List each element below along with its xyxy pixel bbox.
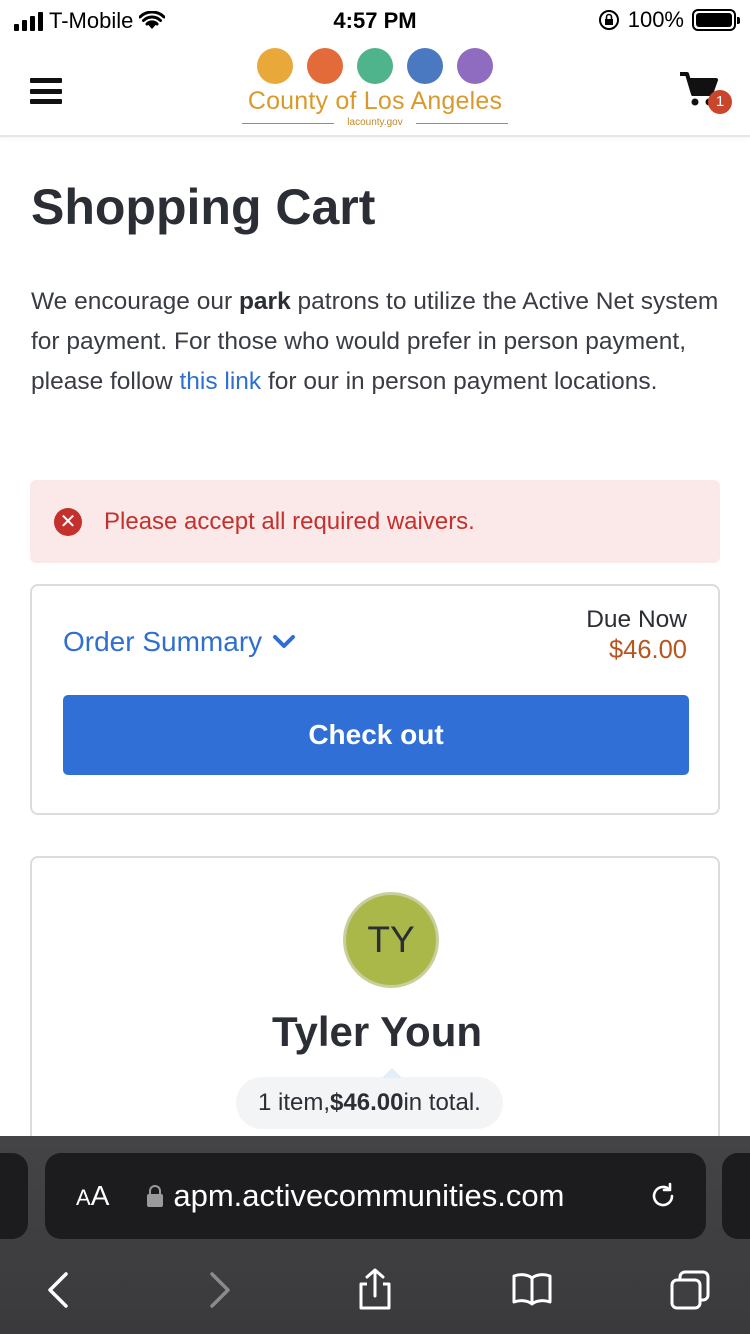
error-x-icon: ✕ (54, 507, 82, 536)
tabs-icon[interactable] (668, 1268, 712, 1312)
reader-text-size-button[interactable]: AA (76, 1180, 109, 1212)
due-now-block: Due Now $46.00 (586, 606, 687, 665)
status-bar: T-Mobile 4:57 PM 100% (0, 0, 750, 40)
address-bar[interactable]: AA apm.activecommunities.com (45, 1153, 706, 1239)
logo-circle-city (357, 48, 393, 84)
customer-name: Tyler Youn (271, 1008, 483, 1055)
logo-name: County of Los Angeles (247, 87, 503, 115)
county-logo[interactable]: County of Los Angeles lacounty.gov (238, 48, 512, 134)
hamburger-menu-button[interactable] (30, 78, 62, 104)
total-amount: $46.00 (330, 1089, 404, 1116)
order-summary-card: Order Summary Due Now $46.00 Check out (30, 584, 720, 815)
site-header: County of Los Angeles lacounty.gov 1 (0, 40, 750, 137)
order-summary-label: Order Summary (63, 626, 263, 657)
bookmarks-icon[interactable] (510, 1268, 554, 1312)
customer-card: TY Tyler Youn 1 item, $46.00 in total. (30, 856, 720, 1176)
cart-count-badge: 1 (708, 90, 732, 114)
forward-icon[interactable] (198, 1268, 242, 1312)
cart-button[interactable]: 1 (678, 70, 732, 114)
order-summary-toggle[interactable]: Order Summary (63, 626, 296, 658)
back-icon[interactable] (36, 1268, 80, 1312)
avatar: TY (343, 892, 439, 988)
logo-circle-plane (307, 48, 343, 84)
intro-paragraph: We encourage our park patrons to utilize… (31, 282, 721, 402)
due-now-amount: $46.00 (609, 636, 687, 664)
intro-text-3: for our in person payment locations. (261, 368, 658, 395)
logo-circle-tree (257, 48, 293, 84)
waiver-error-alert: ✕ Please accept all required waivers. (30, 480, 720, 563)
lock-icon (147, 1185, 164, 1207)
aa-large: A (90, 1180, 110, 1211)
orientation-lock-icon (598, 10, 619, 30)
aa-small: A (76, 1185, 91, 1210)
next-tab-peek[interactable] (722, 1153, 750, 1239)
battery-percent: 100% (627, 7, 684, 32)
safari-bottom-bar: AA apm.activecommunities.com (0, 1136, 750, 1334)
alert-message: Please accept all required waivers. (104, 507, 475, 535)
intro-bold-park: park (238, 288, 291, 315)
cart-total-pill[interactable]: 1 item, $46.00 in total. (236, 1068, 503, 1129)
share-icon[interactable] (353, 1268, 397, 1312)
logo-url: lacounty.gov (238, 117, 512, 128)
battery-icon (692, 9, 740, 31)
url-text: apm.activecommunities.com (173, 1178, 565, 1213)
page-title: Shopping Cart (31, 179, 376, 235)
previous-tab-peek[interactable] (0, 1153, 28, 1239)
status-right: 100% (598, 7, 740, 33)
total-suffix: in total. (403, 1089, 481, 1116)
logo-circle-palm (457, 48, 493, 84)
intro-text-1: We encourage our (31, 288, 239, 315)
logo-circle-wave (407, 48, 443, 84)
payment-locations-link[interactable]: this link (179, 368, 261, 395)
chevron-down-icon (273, 635, 296, 648)
due-now-label: Due Now (586, 606, 687, 633)
reload-icon[interactable] (648, 1181, 678, 1211)
total-prefix: 1 item, (258, 1089, 331, 1116)
browser-toolbar (0, 1256, 750, 1326)
checkout-button[interactable]: Check out (63, 695, 689, 775)
logo-seal-circles (238, 48, 512, 84)
